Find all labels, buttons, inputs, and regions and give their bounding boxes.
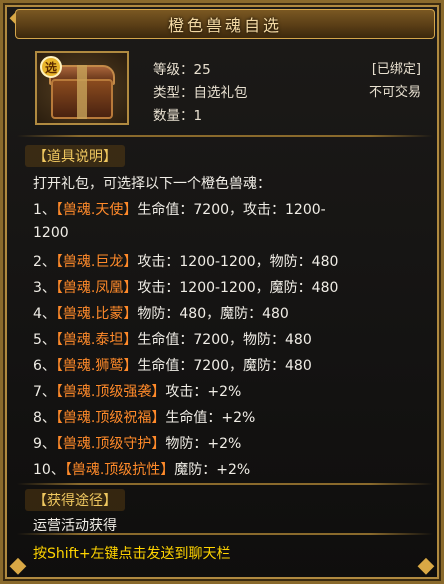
tooltip-title-bar: 橙色兽魂自选: [15, 9, 435, 39]
divider: [17, 135, 433, 137]
trade-tag: 不可交易: [368, 85, 421, 100]
item-type: 类型：自选礼包: [153, 85, 248, 101]
item-tooltip: ◆ ◆ ◆ ◆ 橙色兽魂自选 选 等级：25 类型：自选礼包 数量：1 [已绑定…: [0, 0, 444, 584]
list-item: 1、【兽魂.天使】生命值：7200，攻击：1200-: [33, 202, 326, 218]
item-count: 数量：1: [153, 108, 203, 124]
bound-tag: [已绑定]: [371, 62, 421, 77]
source-text: 运营活动获得: [33, 518, 117, 534]
item-title: 橙色兽魂自选: [167, 16, 282, 35]
divider: [17, 533, 433, 535]
item-icon-slot: 选: [35, 51, 129, 125]
item-level: 等级：25: [153, 62, 211, 78]
list-item: 4、【兽魂.比蒙】物防：480，魔防：480: [33, 306, 289, 322]
list-item: 3、【兽魂.凤凰】攻击：1200-1200，魔防：480: [33, 280, 339, 296]
select-badge: 选: [40, 56, 62, 78]
divider: [17, 483, 433, 485]
source-header: 【获得途径】: [25, 489, 125, 511]
list-item: 9、【兽魂.顶级守护】物防：+2%: [33, 436, 242, 452]
shift-click-hint: 按Shift+左键点击发送到聊天栏: [33, 546, 231, 562]
list-item: 8、【兽魂.顶级祝福】生命值：+2%: [33, 410, 256, 426]
desc-intro: 打开礼包，可选择以下一个橙色兽魂：: [33, 176, 271, 192]
corner-ornament-icon: ◆: [417, 553, 435, 578]
desc-header: 【道具说明】: [25, 145, 125, 167]
list-item: 6、【兽魂.狮鹫】生命值：7200，魔防：480: [33, 358, 312, 374]
list-item: 2、【兽魂.巨龙】攻击：1200-1200，物防：480: [33, 254, 339, 270]
list-item: 7、【兽魂.顶级强袭】攻击：+2%: [33, 384, 242, 400]
list-item-wrap: 1200: [33, 225, 69, 241]
corner-ornament-icon: ◆: [9, 553, 27, 578]
list-item: 10、【兽魂.顶级抗性】魔防：+2%: [33, 462, 251, 478]
list-item: 5、【兽魂.泰坦】生命值：7200，物防：480: [33, 332, 312, 348]
